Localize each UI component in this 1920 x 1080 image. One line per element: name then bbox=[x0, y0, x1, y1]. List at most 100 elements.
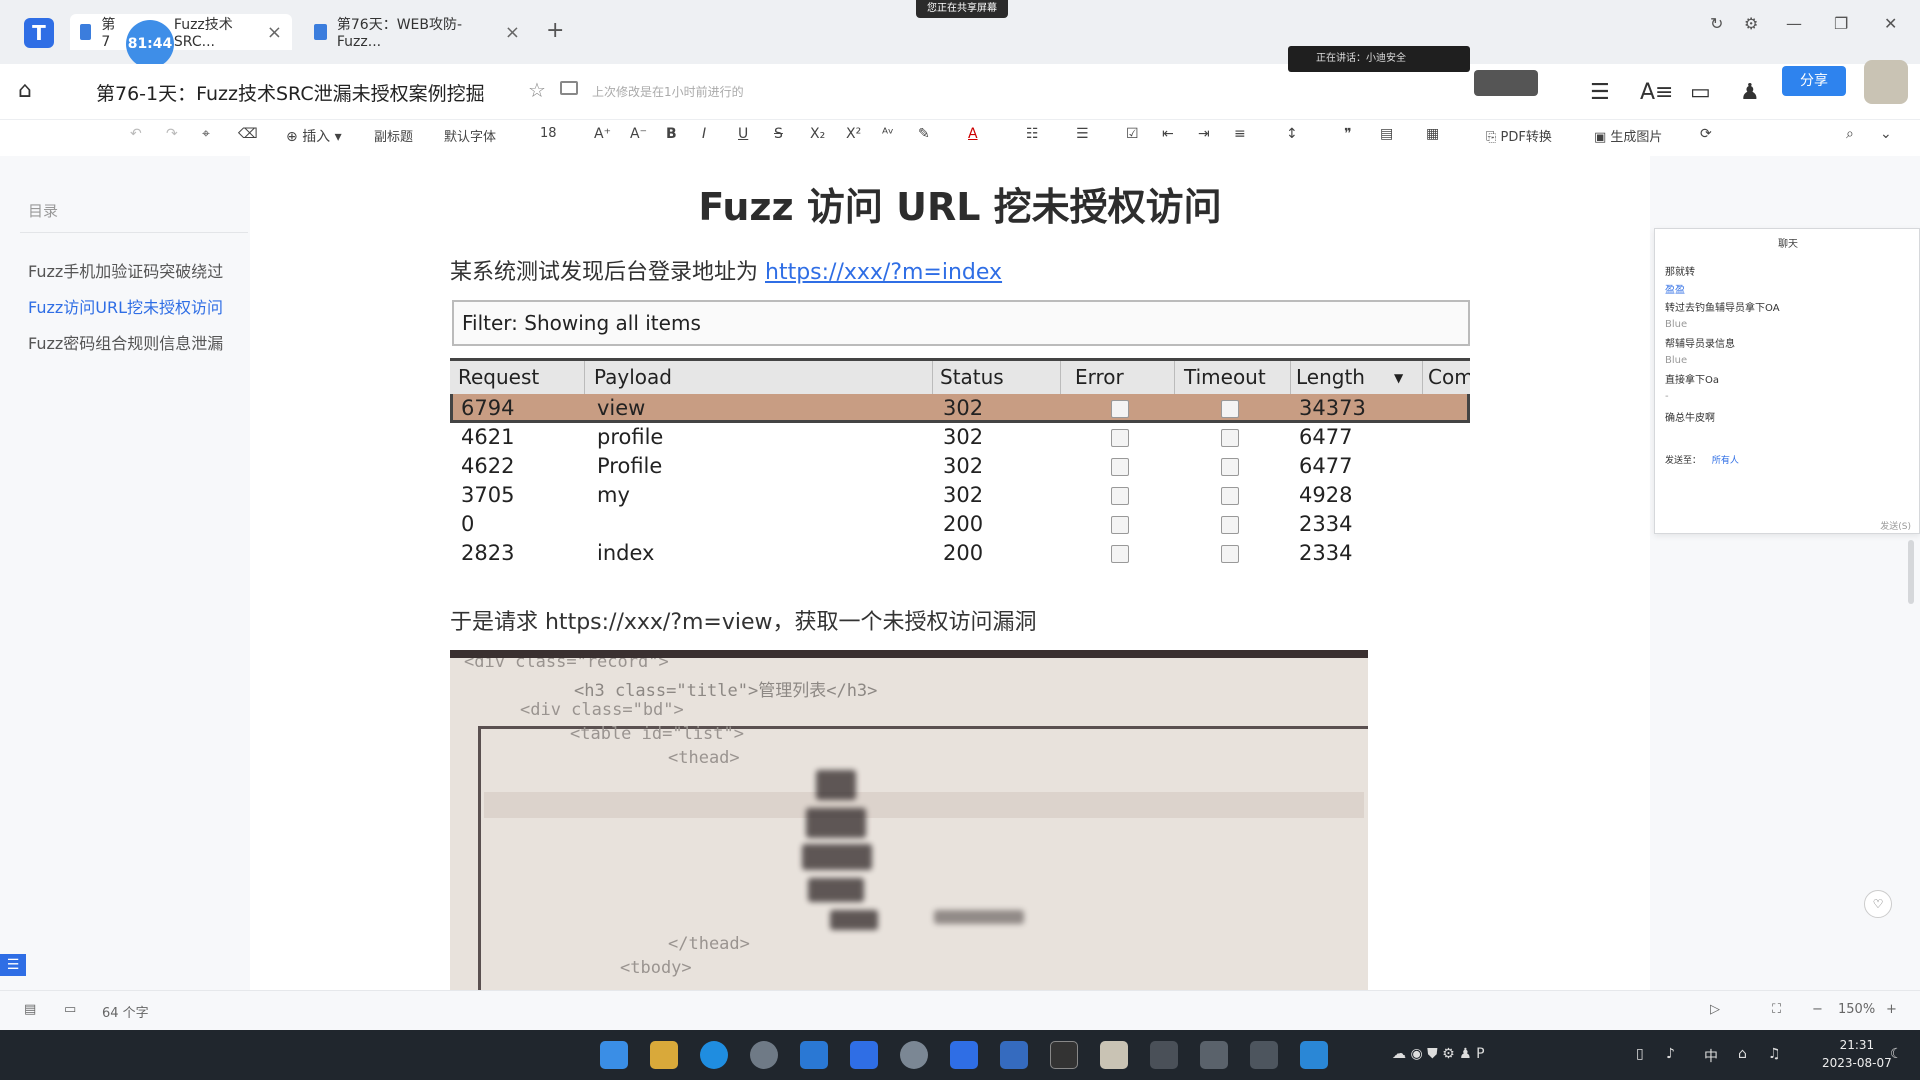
text-format-icon[interactable]: A≡ bbox=[1640, 80, 1673, 105]
user-avatar[interactable] bbox=[1864, 60, 1908, 104]
network-icon[interactable]: ⌂ bbox=[1738, 1046, 1747, 1062]
zoom-in-button[interactable]: + bbox=[1886, 1002, 1897, 1017]
zoom-level[interactable]: 150% bbox=[1838, 1002, 1875, 1017]
tray-icons[interactable]: ☁ ◉ ⛊ ⚙ ♟ P bbox=[1392, 1046, 1485, 1062]
chevron-down-icon[interactable]: ⌄ bbox=[1880, 126, 1892, 142]
strikethrough-icon[interactable]: S bbox=[774, 126, 783, 142]
italic-icon[interactable]: I bbox=[702, 126, 706, 142]
more-tools-icon[interactable]: ⟳ bbox=[1700, 126, 1712, 142]
line-spacing-icon[interactable]: ↕ bbox=[1286, 126, 1298, 142]
send-to-select[interactable]: 所有人 bbox=[1712, 456, 1739, 466]
assistant-icon[interactable]: ♡ bbox=[1864, 890, 1892, 918]
numbered-list-icon[interactable]: ☰ bbox=[1076, 126, 1089, 142]
increase-font-icon[interactable]: A⁺ bbox=[594, 126, 611, 142]
format-painter-icon[interactable]: ⌖ bbox=[202, 126, 210, 142]
maximize-button[interactable]: ❐ bbox=[1834, 14, 1848, 33]
app-logo-icon[interactable]: T bbox=[24, 18, 54, 48]
underline-icon[interactable]: U bbox=[738, 126, 748, 142]
file-explorer-icon[interactable] bbox=[650, 1041, 678, 1069]
image-app-icon[interactable] bbox=[1100, 1041, 1128, 1069]
terminal-icon[interactable] bbox=[1050, 1041, 1078, 1069]
highlight-icon[interactable]: ✎ bbox=[918, 126, 930, 142]
generate-image-button[interactable]: ▣ 生成图片 bbox=[1594, 126, 1662, 145]
mail-icon[interactable] bbox=[800, 1041, 828, 1069]
tab-web-attack[interactable]: 第76天：WEB攻防-Fuzz... × bbox=[304, 14, 530, 50]
insert-menu[interactable]: ⊕ 插入 ▾ bbox=[286, 126, 342, 146]
outline-view-icon[interactable]: ▤ bbox=[24, 1002, 36, 1017]
page-view-icon[interactable]: ▭ bbox=[64, 1002, 76, 1017]
notes-app-icon[interactable] bbox=[850, 1041, 878, 1069]
scrollbar-thumb[interactable] bbox=[1908, 540, 1914, 604]
superscript-icon[interactable]: X² bbox=[846, 126, 861, 142]
settings-icon[interactable]: ⚙ bbox=[1744, 14, 1758, 33]
redo-icon[interactable]: ↷ bbox=[166, 126, 178, 142]
minimize-button[interactable]: — bbox=[1786, 14, 1802, 33]
word-icon[interactable] bbox=[1000, 1041, 1028, 1069]
send-to-row[interactable]: 发送至： 所有人 bbox=[1665, 453, 1739, 466]
home-icon[interactable]: ⌂ bbox=[18, 78, 32, 103]
toc-item-active[interactable]: Fuzz访问URL挖未授权访问 bbox=[28, 294, 223, 318]
edge-browser-icon[interactable] bbox=[700, 1041, 728, 1069]
bullet-list-icon[interactable]: ☷ bbox=[1026, 126, 1039, 142]
font-select[interactable]: 默认字体 bbox=[444, 126, 496, 145]
menu-icon[interactable]: ☰ bbox=[1590, 80, 1610, 105]
table-icon[interactable]: ▦ bbox=[1426, 126, 1439, 142]
outdent-icon[interactable]: ⇤ bbox=[1162, 126, 1174, 142]
document-title[interactable]: 第76-1天：Fuzz技术SRC泄漏未授权案例挖掘 bbox=[96, 79, 485, 106]
vscode-icon[interactable] bbox=[1300, 1041, 1328, 1069]
collaborator-avatars[interactable] bbox=[1474, 70, 1538, 96]
battery-icon[interactable]: ▯ bbox=[1636, 1046, 1644, 1062]
bold-icon[interactable]: B bbox=[666, 126, 677, 142]
present-icon[interactable]: ▭ bbox=[1690, 80, 1711, 105]
fullscreen-icon[interactable]: ⛶ bbox=[1772, 1002, 1781, 1017]
settings-app-icon[interactable] bbox=[900, 1041, 928, 1069]
login-url-link[interactable]: https://xxx/?m=index bbox=[765, 260, 1002, 285]
tool-app-icon[interactable] bbox=[1200, 1041, 1228, 1069]
refresh-icon[interactable]: ↻ bbox=[1710, 14, 1723, 33]
close-window-button[interactable]: ✕ bbox=[1884, 14, 1897, 33]
send-button[interactable]: 发送(S) bbox=[1880, 519, 1911, 532]
heading-select[interactable]: 副标题 bbox=[374, 126, 413, 145]
align-icon[interactable]: ≡ bbox=[1234, 126, 1246, 142]
bird-app-icon[interactable] bbox=[1250, 1041, 1278, 1069]
toc-item[interactable]: Fuzz密码组合规则信息泄漏 bbox=[28, 330, 223, 354]
share-button[interactable]: 分享 bbox=[1782, 66, 1846, 96]
text-box-icon[interactable]: ▤ bbox=[1380, 126, 1393, 142]
ime-indicator[interactable]: 中 bbox=[1704, 1046, 1718, 1066]
subscript-icon[interactable]: X₂ bbox=[810, 126, 825, 142]
burp-icon[interactable] bbox=[1150, 1041, 1178, 1069]
error-checkbox bbox=[1111, 487, 1129, 505]
p-app-icon[interactable] bbox=[950, 1041, 978, 1069]
play-icon[interactable]: ▷ bbox=[1710, 1002, 1720, 1017]
chrome-icon[interactable] bbox=[750, 1041, 778, 1069]
user-manage-icon[interactable]: ♟ bbox=[1740, 80, 1760, 105]
notification-icon[interactable]: ☾ bbox=[1890, 1046, 1903, 1062]
folder-icon[interactable] bbox=[560, 81, 578, 95]
search-icon[interactable]: ⌕ bbox=[1846, 126, 1854, 142]
tab-fuzz-src[interactable]: 第7 Fuzz技术SRC... × bbox=[70, 14, 292, 50]
pdf-convert-button[interactable]: ⎘ PDF转换 bbox=[1486, 126, 1552, 145]
decrease-font-icon[interactable]: A⁻ bbox=[630, 126, 647, 142]
toc-item[interactable]: Fuzz手机加验证码突破绕过 bbox=[28, 258, 223, 282]
toc-toggle-icon[interactable]: ☰ bbox=[0, 954, 26, 976]
source-code-image: <div class="record"> <h3 class="title">管… bbox=[450, 650, 1368, 990]
microphone-icon[interactable]: ♪ bbox=[1666, 1046, 1675, 1062]
font-color-icon[interactable]: A bbox=[968, 126, 978, 142]
volume-icon[interactable]: ♫ bbox=[1768, 1046, 1781, 1062]
close-icon[interactable]: × bbox=[267, 22, 282, 43]
start-icon[interactable] bbox=[600, 1041, 628, 1069]
eraser-icon[interactable]: ⌫ bbox=[238, 126, 258, 142]
zoom-out-button[interactable]: − bbox=[1812, 1002, 1823, 1017]
font-size-select[interactable]: 18 bbox=[540, 126, 557, 141]
new-tab-button[interactable]: + bbox=[546, 18, 564, 43]
cell-payload: index bbox=[597, 541, 655, 565]
checklist-icon[interactable]: ☑ bbox=[1126, 126, 1139, 142]
system-clock[interactable]: 21:31 2023-08-07 bbox=[1822, 1036, 1892, 1072]
close-icon[interactable]: × bbox=[505, 22, 520, 43]
star-icon[interactable]: ☆ bbox=[528, 78, 546, 102]
indent-icon[interactable]: ⇥ bbox=[1198, 126, 1210, 142]
quote-icon[interactable]: ❞ bbox=[1344, 126, 1352, 142]
undo-icon[interactable]: ↶ bbox=[130, 126, 142, 142]
text-effect-icon[interactable]: ᴬᵛ bbox=[882, 126, 894, 142]
word-count[interactable]: 64 个字 bbox=[102, 1002, 149, 1021]
